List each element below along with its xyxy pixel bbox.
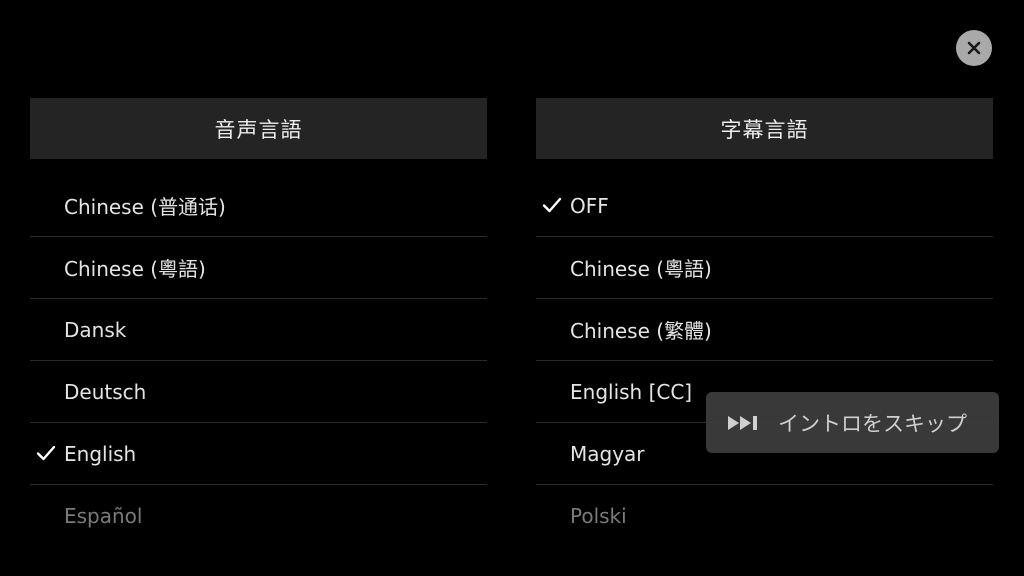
subtitle-option-chinese-cantonese[interactable]: Chinese (粵語) xyxy=(536,237,993,299)
audio-option-chinese-cantonese[interactable]: Chinese (粵語) xyxy=(30,237,487,299)
checkmark-icon xyxy=(542,194,562,218)
option-label: Chinese (粵語) xyxy=(64,257,206,281)
audio-language-title: 音声言語 xyxy=(30,98,487,159)
skip-intro-button[interactable]: イントロをスキップ xyxy=(706,392,999,453)
option-label: Deutsch xyxy=(64,379,147,404)
option-label: Magyar xyxy=(570,441,645,466)
option-label: Chinese (普通话) xyxy=(64,195,226,219)
option-label: English [CC] xyxy=(570,379,693,404)
close-button[interactable] xyxy=(956,30,992,66)
language-settings-screen: 音声言語 Chinese (普通话) Chinese (粵語) Dansk De… xyxy=(0,0,1024,576)
checkmark-slot xyxy=(30,442,64,466)
option-label: OFF xyxy=(570,193,609,218)
audio-language-column: 音声言語 Chinese (普通话) Chinese (粵語) Dansk De… xyxy=(30,98,487,563)
subtitle-option-polski[interactable]: Polski xyxy=(536,485,993,547)
close-icon xyxy=(967,41,981,55)
option-label: Dansk xyxy=(64,317,127,342)
checkmark-icon xyxy=(36,442,56,466)
audio-option-english[interactable]: English xyxy=(30,423,487,485)
subtitle-language-list: OFF Chinese (粵語) Chinese (繁體) English [C… xyxy=(536,175,993,547)
checkmark-slot xyxy=(536,194,570,218)
subtitle-option-off[interactable]: OFF xyxy=(536,175,993,237)
subtitle-language-title: 字幕言語 xyxy=(536,98,993,159)
subtitle-option-chinese-traditional[interactable]: Chinese (繁體) xyxy=(536,299,993,361)
audio-option-espanol[interactable]: Español xyxy=(30,485,487,547)
audio-option-chinese-mandarin[interactable]: Chinese (普通话) xyxy=(30,175,487,237)
subtitle-language-column: 字幕言語 OFF Chinese (粵語) Chinese (繁體) Engli… xyxy=(536,98,993,563)
option-label: Español xyxy=(64,504,143,528)
audio-language-list: Chinese (普通话) Chinese (粵語) Dansk Deutsch xyxy=(30,175,487,547)
option-label: Chinese (繁體) xyxy=(570,319,712,343)
skip-intro-label: イントロをスキップ xyxy=(778,411,967,436)
option-label: Chinese (粵語) xyxy=(570,257,712,281)
option-label: English xyxy=(64,441,137,466)
skip-forward-icon xyxy=(728,415,762,431)
audio-option-deutsch[interactable]: Deutsch xyxy=(30,361,487,423)
option-label: Polski xyxy=(570,504,627,528)
audio-option-dansk[interactable]: Dansk xyxy=(30,299,487,361)
